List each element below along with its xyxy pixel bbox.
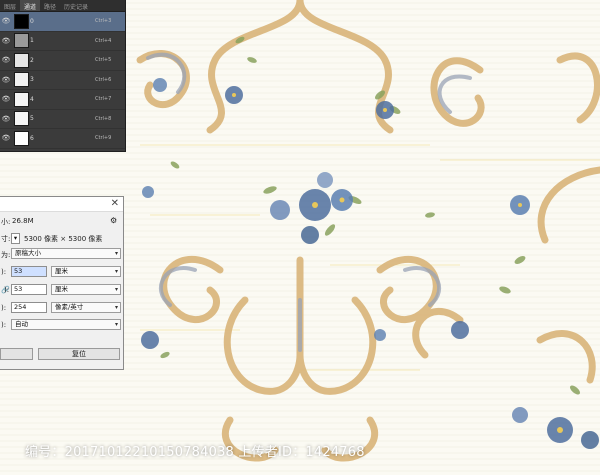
channel-name: 2 (30, 56, 34, 64)
channel-name: 5 (30, 115, 34, 123)
channel-shortcut: Ctrl+9 (95, 135, 112, 142)
channel-name: 0 (30, 17, 34, 25)
eye-visibility-icon[interactable]: 👁 (0, 56, 12, 64)
tab-paths[interactable]: 路径 (40, 0, 60, 11)
eye-visibility-icon[interactable]: 👁 (0, 95, 12, 103)
tab-channels[interactable]: 通道 (20, 0, 41, 11)
channel-shortcut: Ctrl+8 (95, 115, 112, 122)
dialog-titlebar[interactable]: ✕ (0, 197, 123, 212)
width-label: ): (1, 268, 7, 276)
watermark-text: 编号：20171012210150784038 上传者ID：1424768 (25, 445, 365, 460)
channel-thumbnail (14, 72, 29, 88)
channel-thumbnail (14, 52, 29, 68)
height-label: ): (4, 286, 10, 294)
channel-name: 6 (30, 134, 34, 142)
resample-label: ): (1, 321, 7, 329)
channel-row[interactable]: 👁 6 Ctrl+9 (0, 129, 125, 149)
resolution-unit-value: 像素/英寸 (55, 303, 84, 311)
channel-row[interactable]: 👁 0 Ctrl+3 (0, 12, 125, 32)
panel-tabs: 图层 通道 路径 历史记录 (0, 0, 125, 12)
chevron-down-icon: ▾ (114, 304, 118, 311)
image-size-value: 26.8M (12, 217, 34, 225)
tab-layers[interactable]: 图层 (0, 0, 20, 11)
fit-to-select[interactable]: 原稿大小 ▾ (11, 248, 121, 259)
channel-shortcut: Ctrl+4 (95, 37, 112, 44)
dimensions-value: 5300 像素 × 5300 像素 (24, 235, 103, 243)
chevron-down-icon: ▾ (114, 286, 118, 293)
eye-visibility-icon[interactable]: 👁 (0, 17, 12, 25)
channel-name: 3 (30, 76, 34, 84)
chevron-down-icon: ▾ (114, 268, 118, 275)
close-icon[interactable]: ✕ (111, 198, 119, 209)
resolution-input[interactable]: 254 (11, 302, 47, 313)
height-unit-value: 厘米 (55, 285, 68, 293)
width-unit-select[interactable]: 厘米 ▾ (51, 266, 121, 277)
dimensions-dropdown-icon[interactable]: ▾ (11, 233, 20, 244)
resample-select[interactable]: 自动 ▾ (11, 319, 121, 330)
chevron-down-icon: ▾ (114, 321, 118, 328)
image-size-label: 小: (1, 218, 11, 226)
channel-thumbnail (14, 33, 29, 49)
eye-visibility-icon[interactable]: 👁 (0, 76, 12, 84)
width-input[interactable]: 53 (11, 266, 47, 277)
width-unit-value: 厘米 (55, 267, 68, 275)
channel-row[interactable]: 👁 5 Ctrl+8 (0, 110, 125, 129)
eye-visibility-icon[interactable]: 👁 (0, 115, 12, 123)
resolution-unit-select[interactable]: 像素/英寸 ▾ (51, 302, 121, 313)
channel-name: 4 (30, 95, 34, 103)
channel-thumbnail (14, 111, 29, 127)
gear-icon[interactable]: ⚙ (110, 216, 117, 225)
channel-shortcut: Ctrl+3 (95, 18, 112, 25)
channel-thumbnail (14, 91, 29, 107)
channel-row[interactable]: 👁 1 Ctrl+4 (0, 32, 125, 51)
resolution-label: ): (1, 304, 7, 312)
channel-shortcut: Ctrl+6 (95, 76, 112, 83)
channel-row[interactable]: 👁 4 Ctrl+7 (0, 90, 125, 110)
channel-list: 👁 0 Ctrl+3 👁 1 Ctrl+4 👁 2 Ctrl+5 👁 3 Ctrl+6 👁 4 Ctrl+7… (0, 12, 125, 149)
reset-button[interactable]: 复位 (38, 348, 120, 360)
channel-shortcut: Ctrl+7 (95, 96, 112, 103)
image-size-dialog: ✕ 小: 26.8M ⚙ 寸: ▾ 5300 像素 × 5300 像素 为: 原… (0, 196, 124, 370)
eye-visibility-icon[interactable]: 👁 (0, 37, 12, 45)
tab-history[interactable]: 历史记录 (60, 0, 92, 11)
channels-panel: 图层 通道 路径 历史记录 👁 0 Ctrl+3 👁 1 Ctrl+4 👁 2 Ctrl+5 👁 3… (0, 0, 126, 152)
channel-shortcut: Ctrl+5 (95, 57, 112, 64)
eye-visibility-icon[interactable]: 👁 (0, 134, 12, 142)
channel-row[interactable]: 👁 2 Ctrl+5 (0, 51, 125, 71)
fit-to-value: 原稿大小 (15, 249, 41, 257)
chevron-down-icon: ▾ (114, 250, 118, 257)
channel-thumbnail (14, 130, 29, 146)
channel-thumbnail (14, 13, 29, 29)
fit-to-label: 为: (1, 251, 11, 259)
height-unit-select[interactable]: 厘米 ▾ (51, 284, 121, 295)
height-input[interactable]: 53 (11, 284, 47, 295)
resample-value: 自动 (15, 320, 28, 328)
channel-row[interactable]: 👁 3 Ctrl+6 (0, 71, 125, 90)
dimensions-label: 寸: (1, 235, 11, 243)
channel-name: 1 (30, 37, 34, 45)
ok-button[interactable] (0, 348, 33, 360)
